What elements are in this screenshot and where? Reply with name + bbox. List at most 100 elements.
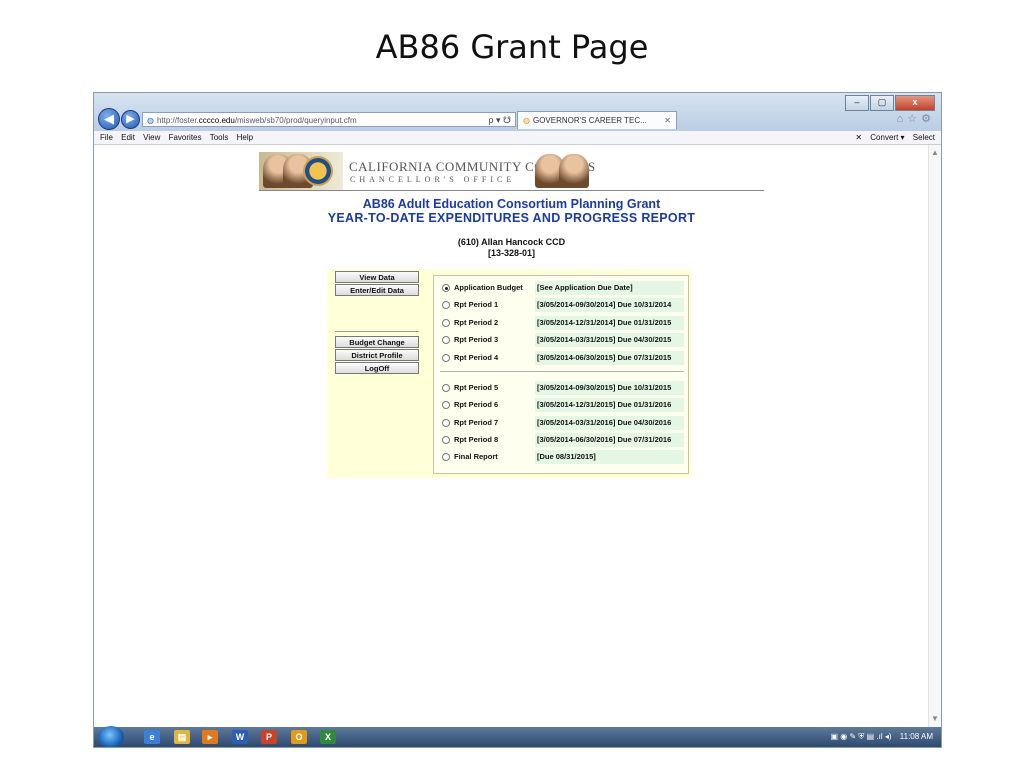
period-radio[interactable]: [442, 301, 450, 309]
period-radio[interactable]: [442, 401, 450, 409]
period-label: Rpt Period 4: [454, 353, 499, 362]
period-label: Final Report: [454, 452, 498, 461]
period-row[interactable]: Rpt Period 7 [3/05/2014-03/31/2016] Due …: [440, 416, 684, 430]
menu-bar: File Edit View Favorites Tools Help ✕ Co…: [94, 131, 941, 145]
period-label: Rpt Period 5: [454, 383, 499, 392]
cccco-seal-icon: [303, 156, 333, 186]
budget-change-button[interactable]: Budget Change: [335, 336, 419, 348]
menu-help[interactable]: Help: [237, 131, 253, 144]
tab-governors-career[interactable]: ◍ GOVERNOR'S CAREER TEC... ✕: [517, 111, 677, 129]
period-dates: [See Application Due Date]: [535, 281, 684, 295]
taskbar-outlook-icon[interactable]: O: [291, 730, 307, 744]
taskbar-excel-icon[interactable]: X: [320, 730, 336, 744]
period-radio[interactable]: [442, 319, 450, 327]
vertical-scrollbar[interactable]: ▲ ▼: [928, 145, 941, 727]
logoff-button[interactable]: LogOff: [335, 362, 419, 374]
left-divider: [335, 331, 419, 332]
period-label: Rpt Period 2: [454, 318, 499, 327]
ie-page-icon: ◍: [147, 116, 154, 125]
report-period-list: Application Budget [See Application Due …: [433, 275, 689, 474]
address-prefix: http://foster.: [156, 116, 199, 125]
menu-tools[interactable]: Tools: [210, 131, 229, 144]
left-button-group: View Data Enter/Edit Data: [335, 271, 419, 297]
search-refresh-icon[interactable]: ρ ▾ ☋: [488, 113, 511, 128]
period-radio[interactable]: [442, 354, 450, 362]
student-photo: [559, 154, 589, 188]
home-favorites-settings-icons[interactable]: ⌂☆⚙: [897, 112, 935, 125]
period-label: Application Budget: [454, 283, 523, 292]
period-radio[interactable]: [442, 419, 450, 427]
address-path: /misweb/sb70/prod/queryinput.cfm: [234, 116, 357, 125]
period-label: Rpt Period 7: [454, 418, 499, 427]
period-label: Rpt Period 3: [454, 335, 499, 344]
toolbar-close-icon[interactable]: ✕: [855, 133, 862, 142]
period-row[interactable]: Application Budget [See Application Due …: [440, 281, 684, 295]
windows-taskbar: e ▤ ▸ W P O X ▣ ◉ ✎ ⛨ ▤ .ıl ◂) 11:08 AM: [94, 726, 941, 747]
back-button[interactable]: ◀: [98, 108, 120, 130]
period-row[interactable]: Rpt Period 5 [3/05/2014-09/30/2015] Due …: [440, 381, 684, 395]
system-tray: ▣ ◉ ✎ ⛨ ▤ .ıl ◂) 11:08 AM: [831, 727, 934, 747]
page-viewport: CALIFORNIA COMMUNITY COLLEGES CHANCELLOR…: [94, 145, 941, 727]
period-row[interactable]: Final Report [Due 08/31/2015]: [440, 450, 684, 464]
period-radio[interactable]: [442, 384, 450, 392]
period-row[interactable]: Rpt Period 3 [3/05/2014-03/31/2015] Due …: [440, 333, 684, 347]
period-row[interactable]: Rpt Period 1 [3/05/2014-09/30/2014] Due …: [440, 298, 684, 312]
address-bar[interactable]: ◍ http://foster.cccco.edu/misweb/sb70/pro…: [142, 112, 516, 127]
report-title-line2: YEAR-TO-DATE EXPENDITURES AND PROGRESS R…: [327, 211, 696, 225]
period-dates: [3/05/2014-12/31/2015] Due 01/31/2016: [535, 398, 684, 412]
left-button-group-2: Budget Change District Profile LogOff: [335, 336, 419, 375]
district-profile-button[interactable]: District Profile: [335, 349, 419, 361]
scroll-down-icon[interactable]: ▼: [931, 714, 939, 723]
cccco-banner: CALIFORNIA COMMUNITY COLLEGES CHANCELLOR…: [259, 152, 764, 191]
period-dates: [3/05/2014-03/31/2015] Due 04/30/2015: [535, 333, 684, 347]
period-row[interactable]: Rpt Period 4 [3/05/2014-06/30/2015] Due …: [440, 351, 684, 365]
window-controls: – ▢ x: [845, 95, 935, 111]
period-label: Rpt Period 1: [454, 300, 499, 309]
menu-file[interactable]: File: [100, 131, 113, 144]
period-row[interactable]: Rpt Period 2 [3/05/2014-12/31/2014] Due …: [440, 316, 684, 330]
slide-title: AB86 Grant Page: [375, 28, 649, 66]
scroll-up-icon[interactable]: ▲: [931, 148, 939, 157]
period-radio[interactable]: [442, 284, 450, 292]
period-row[interactable]: Rpt Period 6 [3/05/2014-12/31/2015] Due …: [440, 398, 684, 412]
period-dates: [3/05/2014-09/30/2014] Due 10/31/2014: [535, 298, 684, 312]
period-label: Rpt Period 6: [454, 400, 499, 409]
taskbar-powerpoint-icon[interactable]: P: [261, 730, 277, 744]
taskbar-ie-icon[interactable]: e: [144, 730, 160, 744]
close-window-button[interactable]: x: [895, 95, 935, 111]
taskbar-explorer-icon[interactable]: ▤: [174, 730, 190, 744]
minimize-button[interactable]: –: [845, 95, 869, 111]
taskbar-word-icon[interactable]: W: [232, 730, 248, 744]
district-code: [13-328-01]: [487, 248, 536, 258]
period-label: Rpt Period 8: [454, 435, 499, 444]
maximize-button[interactable]: ▢: [870, 95, 894, 111]
view-data-button[interactable]: View Data: [335, 271, 419, 283]
clock[interactable]: 11:08 AM: [900, 732, 933, 741]
forward-button[interactable]: ▶: [121, 110, 140, 129]
tab-title: GOVERNOR'S CAREER TEC...: [532, 116, 647, 125]
period-dates: [3/05/2014-09/30/2015] Due 10/31/2015: [535, 381, 684, 395]
report-panel: View Data Enter/Edit Data Budget Change …: [327, 269, 692, 478]
period-radio[interactable]: [442, 436, 450, 444]
period-radio[interactable]: [442, 453, 450, 461]
arrow-left-icon: ◀: [104, 111, 114, 126]
address-domain: cccco.edu: [198, 116, 235, 125]
start-button[interactable]: [98, 726, 124, 747]
period-dates: [3/05/2014-12/31/2014] Due 01/31/2015: [535, 316, 684, 330]
tab-close-icon[interactable]: ✕: [664, 112, 671, 130]
report-title-line1: AB86 Adult Education Consortium Planning…: [362, 197, 661, 211]
convert-button[interactable]: Convert ▾: [870, 133, 904, 142]
period-row[interactable]: Rpt Period 8 [3/05/2014-06/30/2016] Due …: [440, 433, 684, 447]
period-radio[interactable]: [442, 336, 450, 344]
browser-titlebar: – ▢ x ◀ ▶ ◍ http://foster.cccco.edu/miswe…: [94, 93, 941, 131]
taskbar-media-icon[interactable]: ▸: [202, 730, 218, 744]
select-button[interactable]: Select: [913, 133, 935, 142]
tray-icons[interactable]: ▣ ◉ ✎ ⛨ ▤ .ıl ◂): [831, 732, 892, 741]
period-dates: [3/05/2014-06/30/2016] Due 07/31/2016: [535, 433, 684, 447]
enter-edit-data-button[interactable]: Enter/Edit Data: [335, 284, 419, 296]
menu-view[interactable]: View: [143, 131, 160, 144]
menu-favorites[interactable]: Favorites: [169, 131, 202, 144]
menu-edit[interactable]: Edit: [121, 131, 135, 144]
arrow-right-icon: ▶: [126, 113, 135, 125]
period-dates: [3/05/2014-03/31/2016] Due 04/30/2016: [535, 416, 684, 430]
